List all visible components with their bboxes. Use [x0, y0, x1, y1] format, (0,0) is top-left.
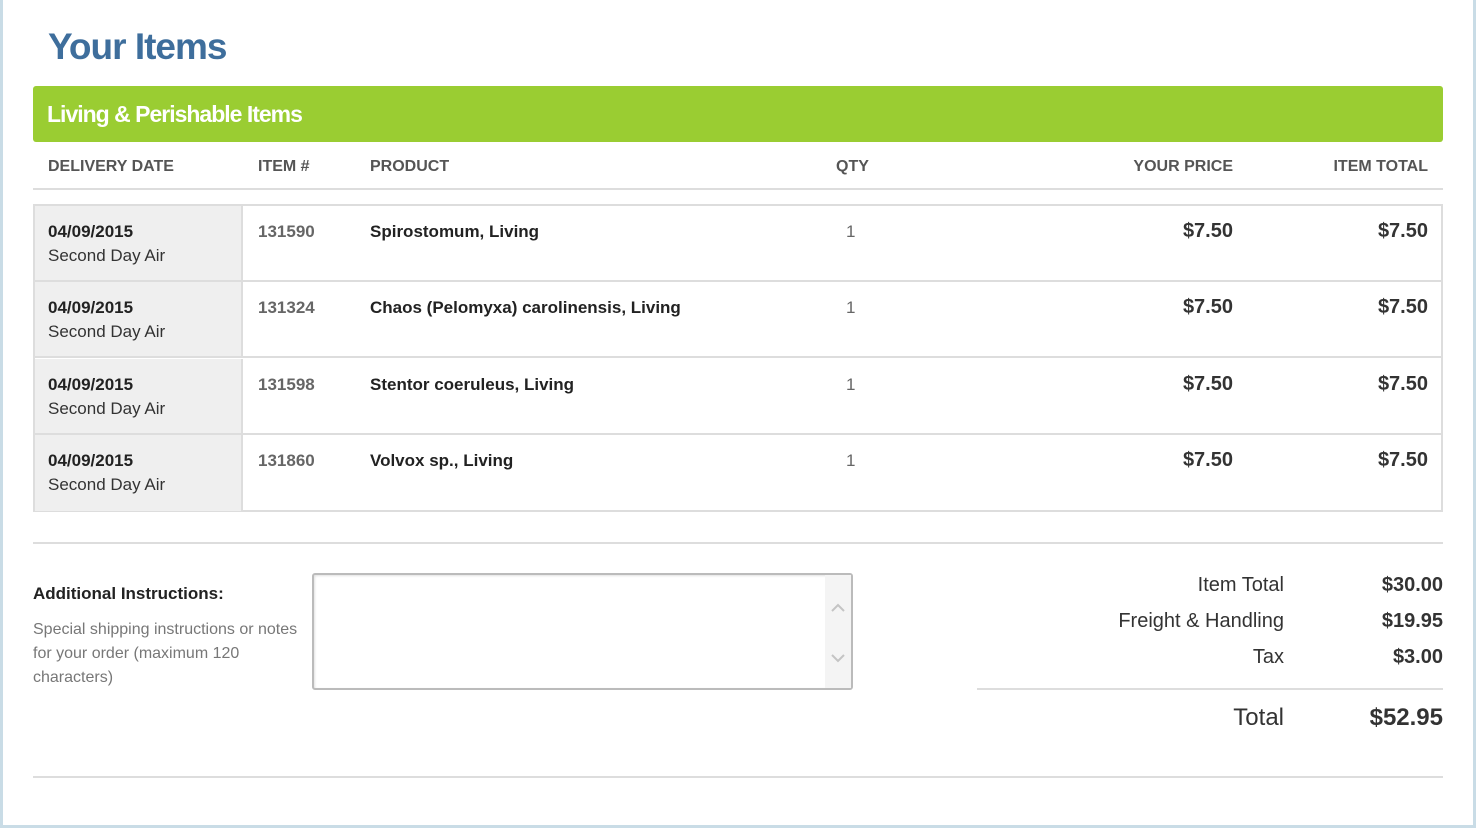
- item-total-value: $30.00: [1381, 574, 1443, 596]
- tax-value: $3.00: [1392, 646, 1443, 668]
- footer-divider: [33, 776, 1443, 778]
- product-name: Spirostomum, Living: [370, 222, 540, 241]
- column-header-item-total: ITEM TOTAL: [1333, 158, 1428, 175]
- delivery-date: 04/09/2015: [48, 375, 134, 394]
- section-title: Living & Perishable Items: [47, 101, 303, 127]
- table-row: 04/09/2015 Second Day Air 131590 Spirost…: [35, 206, 1441, 282]
- delivery-cell: 04/09/2015 Second Day Air: [35, 359, 243, 433]
- item-total-label: Item Total: [1197, 574, 1284, 596]
- shipping-method: Second Day Air: [48, 246, 166, 265]
- item-total: $7.50: [1377, 220, 1428, 242]
- item-number: 131324: [258, 298, 315, 317]
- delivery-date: 04/09/2015: [48, 451, 134, 470]
- scroll-down-icon[interactable]: [829, 649, 847, 667]
- items-table: 04/09/2015 Second Day Air 131590 Spirost…: [33, 204, 1443, 512]
- quantity: 1: [846, 451, 856, 470]
- column-header-item-number: ITEM #: [258, 158, 310, 175]
- product-name: Stentor coeruleus, Living: [370, 375, 575, 394]
- delivery-date: 04/09/2015: [48, 298, 134, 317]
- item-total: $7.50: [1377, 373, 1428, 395]
- column-header-delivery-date: DELIVERY DATE: [48, 158, 174, 175]
- column-header-qty: QTY: [836, 158, 869, 175]
- shipping-method: Second Day Air: [48, 322, 166, 341]
- item-number: 131590: [258, 222, 315, 241]
- column-header-your-price: YOUR PRICE: [1133, 158, 1233, 175]
- your-price: $7.50: [1182, 373, 1233, 395]
- your-price: $7.50: [1182, 449, 1233, 471]
- item-total: $7.50: [1377, 296, 1428, 318]
- freight-value: $19.95: [1381, 610, 1443, 632]
- scroll-up-icon[interactable]: [829, 599, 847, 617]
- instructions-help-text: Special shipping instructions or notes f…: [33, 621, 298, 686]
- instructions-textarea[interactable]: [312, 573, 853, 690]
- delivery-cell: 04/09/2015 Second Day Air: [35, 206, 243, 280]
- shipping-method: Second Day Air: [48, 399, 166, 418]
- instructions-label: Additional Instructions:: [33, 584, 224, 603]
- table-row: 04/09/2015 Second Day Air 131324 Chaos (…: [35, 282, 1441, 358]
- your-price: $7.50: [1182, 220, 1233, 242]
- freight-label: Freight & Handling: [1118, 610, 1284, 632]
- quantity: 1: [846, 298, 856, 317]
- table-row: 04/09/2015 Second Day Air 131860 Volvox …: [35, 435, 1441, 511]
- item-number: 131598: [258, 375, 315, 394]
- header-divider: [33, 188, 1443, 190]
- column-header-product: PRODUCT: [370, 158, 450, 175]
- product-name: Chaos (Pelomyxa) carolinensis, Living: [370, 298, 681, 317]
- item-total: $7.50: [1377, 449, 1428, 471]
- summary-divider: [977, 688, 1443, 690]
- product-name: Volvox sp., Living: [370, 451, 514, 470]
- section-divider: [33, 542, 1443, 544]
- textarea-scrollbar[interactable]: [825, 575, 851, 688]
- tax-label: Tax: [1252, 646, 1284, 668]
- your-price: $7.50: [1182, 296, 1233, 318]
- quantity: 1: [846, 375, 856, 394]
- shipping-method: Second Day Air: [48, 475, 166, 494]
- delivery-cell: 04/09/2015 Second Day Air: [35, 282, 243, 356]
- table-row: 04/09/2015 Second Day Air 131598 Stentor…: [35, 359, 1441, 435]
- page-title: Your Items: [48, 26, 227, 67]
- grand-total-label: Total: [1233, 704, 1284, 731]
- grand-total-value: $52.95: [1369, 704, 1443, 731]
- delivery-date: 04/09/2015: [48, 222, 134, 241]
- section-header: Living & Perishable Items: [33, 86, 1443, 142]
- item-number: 131860: [258, 451, 315, 470]
- quantity: 1: [846, 222, 856, 241]
- delivery-cell: 04/09/2015 Second Day Air: [35, 435, 243, 511]
